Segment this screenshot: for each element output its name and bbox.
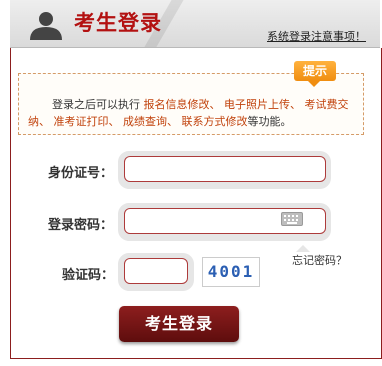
captcha-label: 验证码： [62, 268, 115, 283]
page-title: 考生登录 [74, 10, 162, 35]
password-label: 登录密码： [48, 218, 114, 233]
tip-text: 登录之后可以执行 报名信息修改、 电子照片上传、 考试费交纳、 准考证打印、 成… [28, 98, 349, 128]
id-number-input[interactable] [124, 156, 326, 182]
login-notice-link[interactable]: 系统登录注意事项！ [267, 28, 366, 44]
login-button[interactable]: 考生登录 [119, 306, 239, 342]
captcha-input[interactable] [124, 258, 188, 284]
captcha-image[interactable]: 4001 [202, 257, 260, 287]
keyboard-icon[interactable] [281, 212, 303, 226]
user-avatar-icon [30, 12, 62, 40]
tip-badge: 提示 [294, 61, 336, 87]
header-bar: 考生登录 系统登录注意事项！ [10, 0, 380, 48]
forgot-pointer [296, 238, 310, 252]
captcha-image-text: 4001 [207, 262, 255, 281]
id-number-label: 身份证号： [48, 166, 114, 181]
forgot-password-link[interactable]: 忘记密码？ [292, 252, 347, 268]
